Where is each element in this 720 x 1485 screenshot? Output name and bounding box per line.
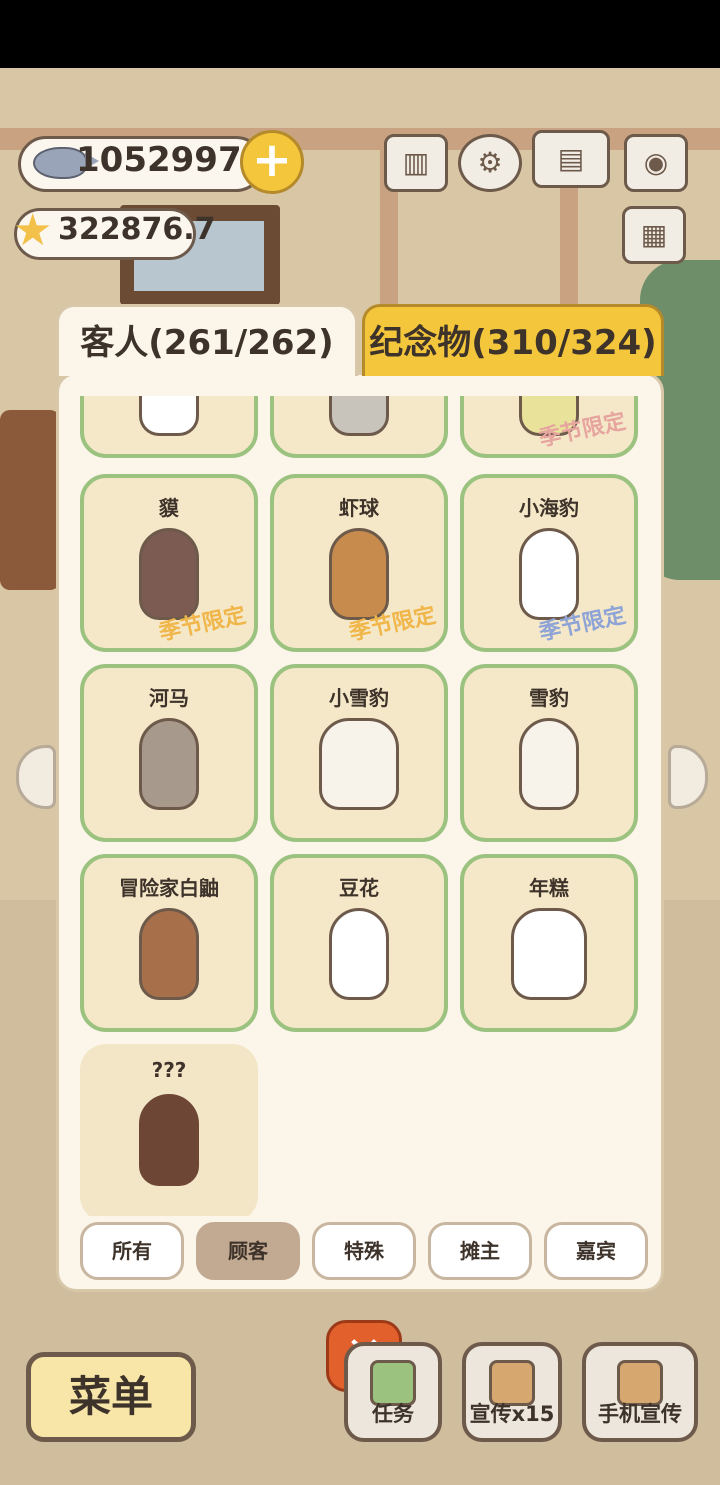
ranking-icon[interactable]: ▥ [384, 134, 448, 192]
guest-portrait [319, 718, 399, 810]
settings-gear-icon[interactable]: ⚙ [458, 134, 522, 192]
tasks-label: 任务 [372, 1402, 414, 1426]
newspaper-icon[interactable]: ▦ [622, 206, 686, 264]
guest-card-little-snow-leopard[interactable]: 小雪豹 [270, 664, 448, 842]
phone-promote-button[interactable]: 手机宣传 [582, 1342, 698, 1442]
guest-portrait [511, 908, 587, 1000]
guest-portrait [329, 396, 389, 436]
guest-card-niangao[interactable]: 年糕 [460, 854, 638, 1032]
guest-portrait [139, 908, 199, 1000]
guest-portrait [519, 718, 579, 810]
guest-name: 貘 [159, 496, 179, 520]
tab-guests[interactable]: 客人(261/262) [56, 304, 358, 376]
guest-portrait [519, 528, 579, 620]
scene-shelf [0, 410, 60, 590]
guest-name: 河马 [149, 686, 189, 710]
guest-card-tapir[interactable]: 貘 季节限定 [80, 474, 258, 652]
fish-count: 10529974 [76, 140, 266, 180]
add-currency-button[interactable]: + [240, 130, 304, 194]
camera-icon[interactable]: ◉ [624, 134, 688, 192]
guest-card-adventurer-ermine[interactable]: 冒险家白鼬 [80, 854, 258, 1032]
guest-card-shrimp-ball[interactable]: 虾球 季节限定 [270, 474, 448, 652]
guest-name: 年糕 [529, 876, 569, 900]
tasks-button[interactable]: 任务 [344, 1342, 442, 1442]
filter-special[interactable]: 特殊 [312, 1222, 416, 1280]
filter-guests-of-honor[interactable]: 嘉宾 [544, 1222, 648, 1280]
guest-name: 小雪豹 [329, 686, 389, 710]
guest-card-little-seal[interactable]: 小海豹 季节限定 [460, 474, 638, 652]
guest-grid: 季节限定 貘 季节限定 虾球 季节限定 小海豹 季节限定 河马 小雪豹 雪豹 冒… [56, 396, 664, 1216]
star-count: 322876.7 [58, 212, 216, 247]
guest-name: 雪豹 [529, 686, 569, 710]
guest-card[interactable]: 季节限定 [460, 396, 638, 458]
guest-name: ??? [151, 1058, 187, 1082]
filter-vendors[interactable]: 摊主 [428, 1222, 532, 1280]
guest-name: 小海豹 [519, 496, 579, 520]
catalog-book-icon[interactable]: ▤ [532, 130, 610, 188]
guest-portrait [139, 718, 199, 810]
guest-card-hippo[interactable]: 河马 [80, 664, 258, 842]
guest-card-locked[interactable]: ??? [80, 1044, 258, 1216]
guest-card-snow-leopard[interactable]: 雪豹 [460, 664, 638, 842]
menu-button[interactable]: 菜单 [26, 1352, 196, 1442]
promote-label: 宣传x15 [469, 1402, 555, 1426]
star-icon: ★ [13, 205, 53, 256]
guest-portrait [139, 528, 199, 620]
guest-name: 豆花 [339, 876, 379, 900]
guest-card-douhua[interactable]: 豆花 [270, 854, 448, 1032]
guest-name: 虾球 [339, 496, 379, 520]
promote-button[interactable]: 宣传x15 [462, 1342, 562, 1442]
guest-portrait [139, 396, 199, 436]
guest-name: 冒险家白鼬 [119, 876, 219, 900]
guest-portrait [329, 528, 389, 620]
status-bar [0, 0, 720, 68]
phone-promote-label: 手机宣传 [598, 1402, 682, 1426]
guest-portrait [329, 908, 389, 1000]
guest-card[interactable] [80, 396, 258, 458]
guest-card[interactable] [270, 396, 448, 458]
filter-customers[interactable]: 顾客 [196, 1222, 300, 1280]
tab-souvenirs[interactable]: 纪念物(310/324) [362, 304, 664, 376]
locked-silhouette [139, 1094, 199, 1186]
filter-all[interactable]: 所有 [80, 1222, 184, 1280]
